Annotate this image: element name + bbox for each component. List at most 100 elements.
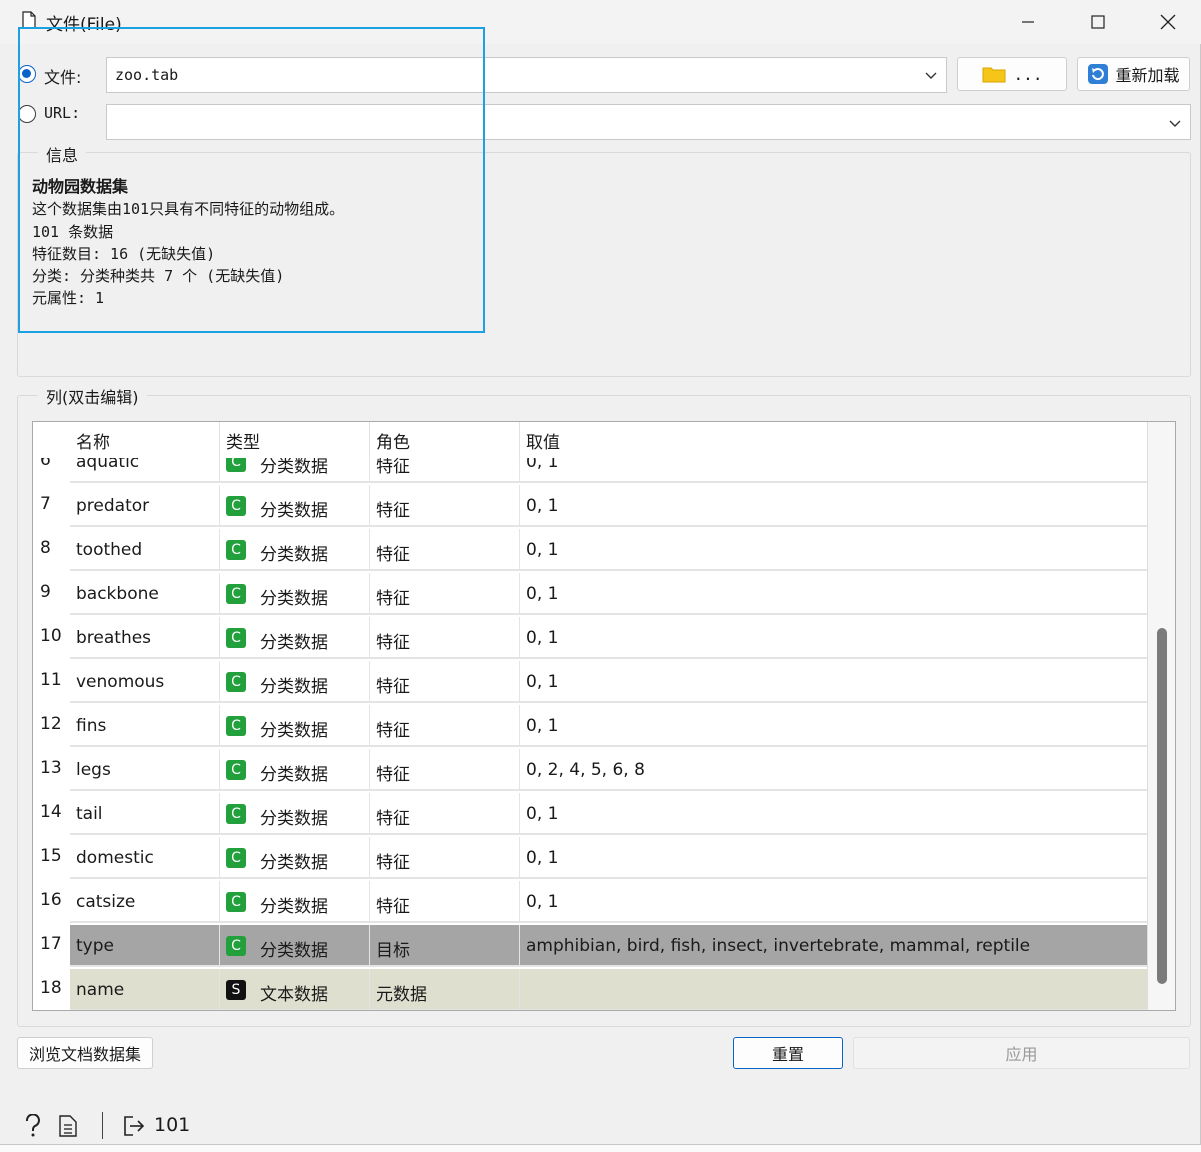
cell-role[interactable]: 特征 <box>370 881 520 923</box>
table-row[interactable]: 14 tail C 分类数据 特征 0, 1 <box>33 793 1147 837</box>
cell-role[interactable]: 特征 <box>370 529 520 571</box>
row-body[interactable]: type C 分类数据 目标 amphibian, bird, fish, insect… <box>70 925 1147 967</box>
cell-name[interactable]: fins <box>70 705 220 747</box>
close-button[interactable] <box>1133 0 1201 44</box>
cell-values[interactable]: 0, 1 <box>520 705 1147 747</box>
columns-table[interactable]: 6 aquatic C 分类数据 特征 0, 1 7 predator C 分类数据 特征 0, 18… <box>32 421 1176 1011</box>
table-scrollbar[interactable] <box>1147 422 1175 1010</box>
cell-values[interactable]: 0, 1 <box>520 529 1147 571</box>
reset-button[interactable]: 重置 <box>733 1037 843 1069</box>
cell-type[interactable]: C 分类数据 <box>220 837 370 879</box>
cell-role[interactable]: 特征 <box>370 837 520 879</box>
cell-name[interactable]: predator <box>70 485 220 527</box>
cell-role[interactable]: 特征 <box>370 793 520 835</box>
cell-type[interactable]: C 分类数据 <box>220 881 370 923</box>
scrollbar-thumb[interactable] <box>1157 628 1167 984</box>
cell-type[interactable]: C 分类数据 <box>220 749 370 791</box>
cell-role[interactable]: 目标 <box>370 925 520 967</box>
table-row[interactable]: 12 fins C 分类数据 特征 0, 1 <box>33 705 1147 749</box>
row-body[interactable]: backbone C 分类数据 特征 0, 1 <box>70 573 1147 615</box>
table-row[interactable]: 13 legs C 分类数据 特征 0, 2, 4, 5, 6, 8 <box>33 749 1147 793</box>
row-body[interactable]: legs C 分类数据 特征 0, 2, 4, 5, 6, 8 <box>70 749 1147 791</box>
table-row[interactable]: 18 name S 文本数据 元数据 <box>33 969 1147 1010</box>
apply-button[interactable]: 应用 <box>853 1037 1190 1069</box>
row-body[interactable]: fins C 分类数据 特征 0, 1 <box>70 705 1147 747</box>
cell-name[interactable]: name <box>70 969 220 1010</box>
cell-name[interactable]: venomous <box>70 661 220 703</box>
cell-type[interactable]: C 分类数据 <box>220 793 370 835</box>
cell-role[interactable]: 元数据 <box>370 969 520 1010</box>
cell-role[interactable]: 特征 <box>370 617 520 659</box>
cell-values[interactable]: 0, 1 <box>520 573 1147 615</box>
cell-type[interactable]: C 分类数据 <box>220 617 370 659</box>
row-body[interactable]: catsize C 分类数据 特征 0, 1 <box>70 881 1147 923</box>
table-row[interactable]: 17 type C 分类数据 目标 amphibian, bird, fish, inse… <box>33 925 1147 969</box>
cell-values[interactable]: 0, 2, 4, 5, 6, 8 <box>520 749 1147 791</box>
reload-button[interactable]: 重新加载 <box>1077 57 1190 91</box>
cell-name[interactable]: backbone <box>70 573 220 615</box>
cell-name[interactable]: legs <box>70 749 220 791</box>
cell-type[interactable]: C 分类数据 <box>220 529 370 571</box>
row-body[interactable]: breathes C 分类数据 特征 0, 1 <box>70 617 1147 659</box>
row-body[interactable]: domestic C 分类数据 特征 0, 1 <box>70 837 1147 879</box>
table-row[interactable]: 11 venomous C 分类数据 特征 0, 1 <box>33 661 1147 705</box>
cell-values[interactable]: 0, 1 <box>520 793 1147 835</box>
url-combo[interactable] <box>106 104 1191 140</box>
cell-name[interactable]: aquatic <box>70 458 220 483</box>
row-body[interactable]: venomous C 分类数据 特征 0, 1 <box>70 661 1147 703</box>
header-name[interactable]: 名称 <box>70 422 220 458</box>
cell-name[interactable]: domestic <box>70 837 220 879</box>
cell-name[interactable]: breathes <box>70 617 220 659</box>
browse-file-button[interactable]: ... <box>957 57 1067 91</box>
cell-values[interactable] <box>520 969 1147 1010</box>
url-radio[interactable] <box>18 105 36 123</box>
cell-type[interactable]: S 文本数据 <box>220 969 370 1010</box>
row-body[interactable]: toothed C 分类数据 特征 0, 1 <box>70 529 1147 571</box>
cell-values[interactable]: 0, 1 <box>520 485 1147 527</box>
cell-values[interactable]: 0, 1 <box>520 661 1147 703</box>
row-body[interactable]: name S 文本数据 元数据 <box>70 969 1147 1010</box>
cell-values[interactable]: 0, 1 <box>520 837 1147 879</box>
cell-name[interactable]: toothed <box>70 529 220 571</box>
cell-role[interactable]: 特征 <box>370 661 520 703</box>
help-icon[interactable] <box>24 1114 42 1138</box>
row-body[interactable]: tail C 分类数据 特征 0, 1 <box>70 793 1147 835</box>
file-combo[interactable]: zoo.tab <box>106 57 947 93</box>
browse-docs-button[interactable]: 浏览文档数据集 <box>17 1037 153 1069</box>
table-row[interactable]: 8 toothed C 分类数据 特征 0, 1 <box>33 529 1147 573</box>
table-row[interactable]: 7 predator C 分类数据 特征 0, 1 <box>33 485 1147 529</box>
row-body[interactable]: aquatic C 分类数据 特征 0, 1 <box>70 458 1147 483</box>
cell-values[interactable]: amphibian, bird, fish, insect, invertebr… <box>520 925 1147 967</box>
cell-type[interactable]: C 分类数据 <box>220 485 370 527</box>
cell-values[interactable]: 0, 1 <box>520 458 1147 483</box>
cell-role[interactable]: 特征 <box>370 705 520 747</box>
cell-type[interactable]: C 分类数据 <box>220 458 370 483</box>
cell-role[interactable]: 特征 <box>370 458 520 483</box>
cell-role[interactable]: 特征 <box>370 749 520 791</box>
table-row[interactable]: 16 catsize C 分类数据 特征 0, 1 <box>33 881 1147 925</box>
cell-type[interactable]: C 分类数据 <box>220 705 370 747</box>
row-body[interactable]: predator C 分类数据 特征 0, 1 <box>70 485 1147 527</box>
cell-role[interactable]: 特征 <box>370 485 520 527</box>
cell-type[interactable]: C 分类数据 <box>220 661 370 703</box>
table-row[interactable]: 15 domestic C 分类数据 特征 0, 1 <box>33 837 1147 881</box>
file-radio[interactable] <box>18 65 36 83</box>
header-role[interactable]: 角色 <box>370 422 520 458</box>
cell-name[interactable]: type <box>70 925 220 967</box>
header-values[interactable]: 取值 <box>520 422 1147 458</box>
report-icon[interactable] <box>59 1115 77 1137</box>
header-type[interactable]: 类型 <box>220 422 370 458</box>
cell-name[interactable]: tail <box>70 793 220 835</box>
cell-type[interactable]: C 分类数据 <box>220 573 370 615</box>
row-number: 15 <box>33 837 70 881</box>
table-row[interactable]: 9 backbone C 分类数据 特征 0, 1 <box>33 573 1147 617</box>
cell-role[interactable]: 特征 <box>370 573 520 615</box>
table-row[interactable]: 10 breathes C 分类数据 特征 0, 1 <box>33 617 1147 661</box>
minimize-button[interactable] <box>993 0 1063 44</box>
cell-values[interactable]: 0, 1 <box>520 617 1147 659</box>
maximize-button[interactable] <box>1063 0 1133 44</box>
cell-type[interactable]: C 分类数据 <box>220 925 370 967</box>
cell-values[interactable]: 0, 1 <box>520 881 1147 923</box>
table-row[interactable]: 6 aquatic C 分类数据 特征 0, 1 <box>33 458 1147 485</box>
cell-name[interactable]: catsize <box>70 881 220 923</box>
